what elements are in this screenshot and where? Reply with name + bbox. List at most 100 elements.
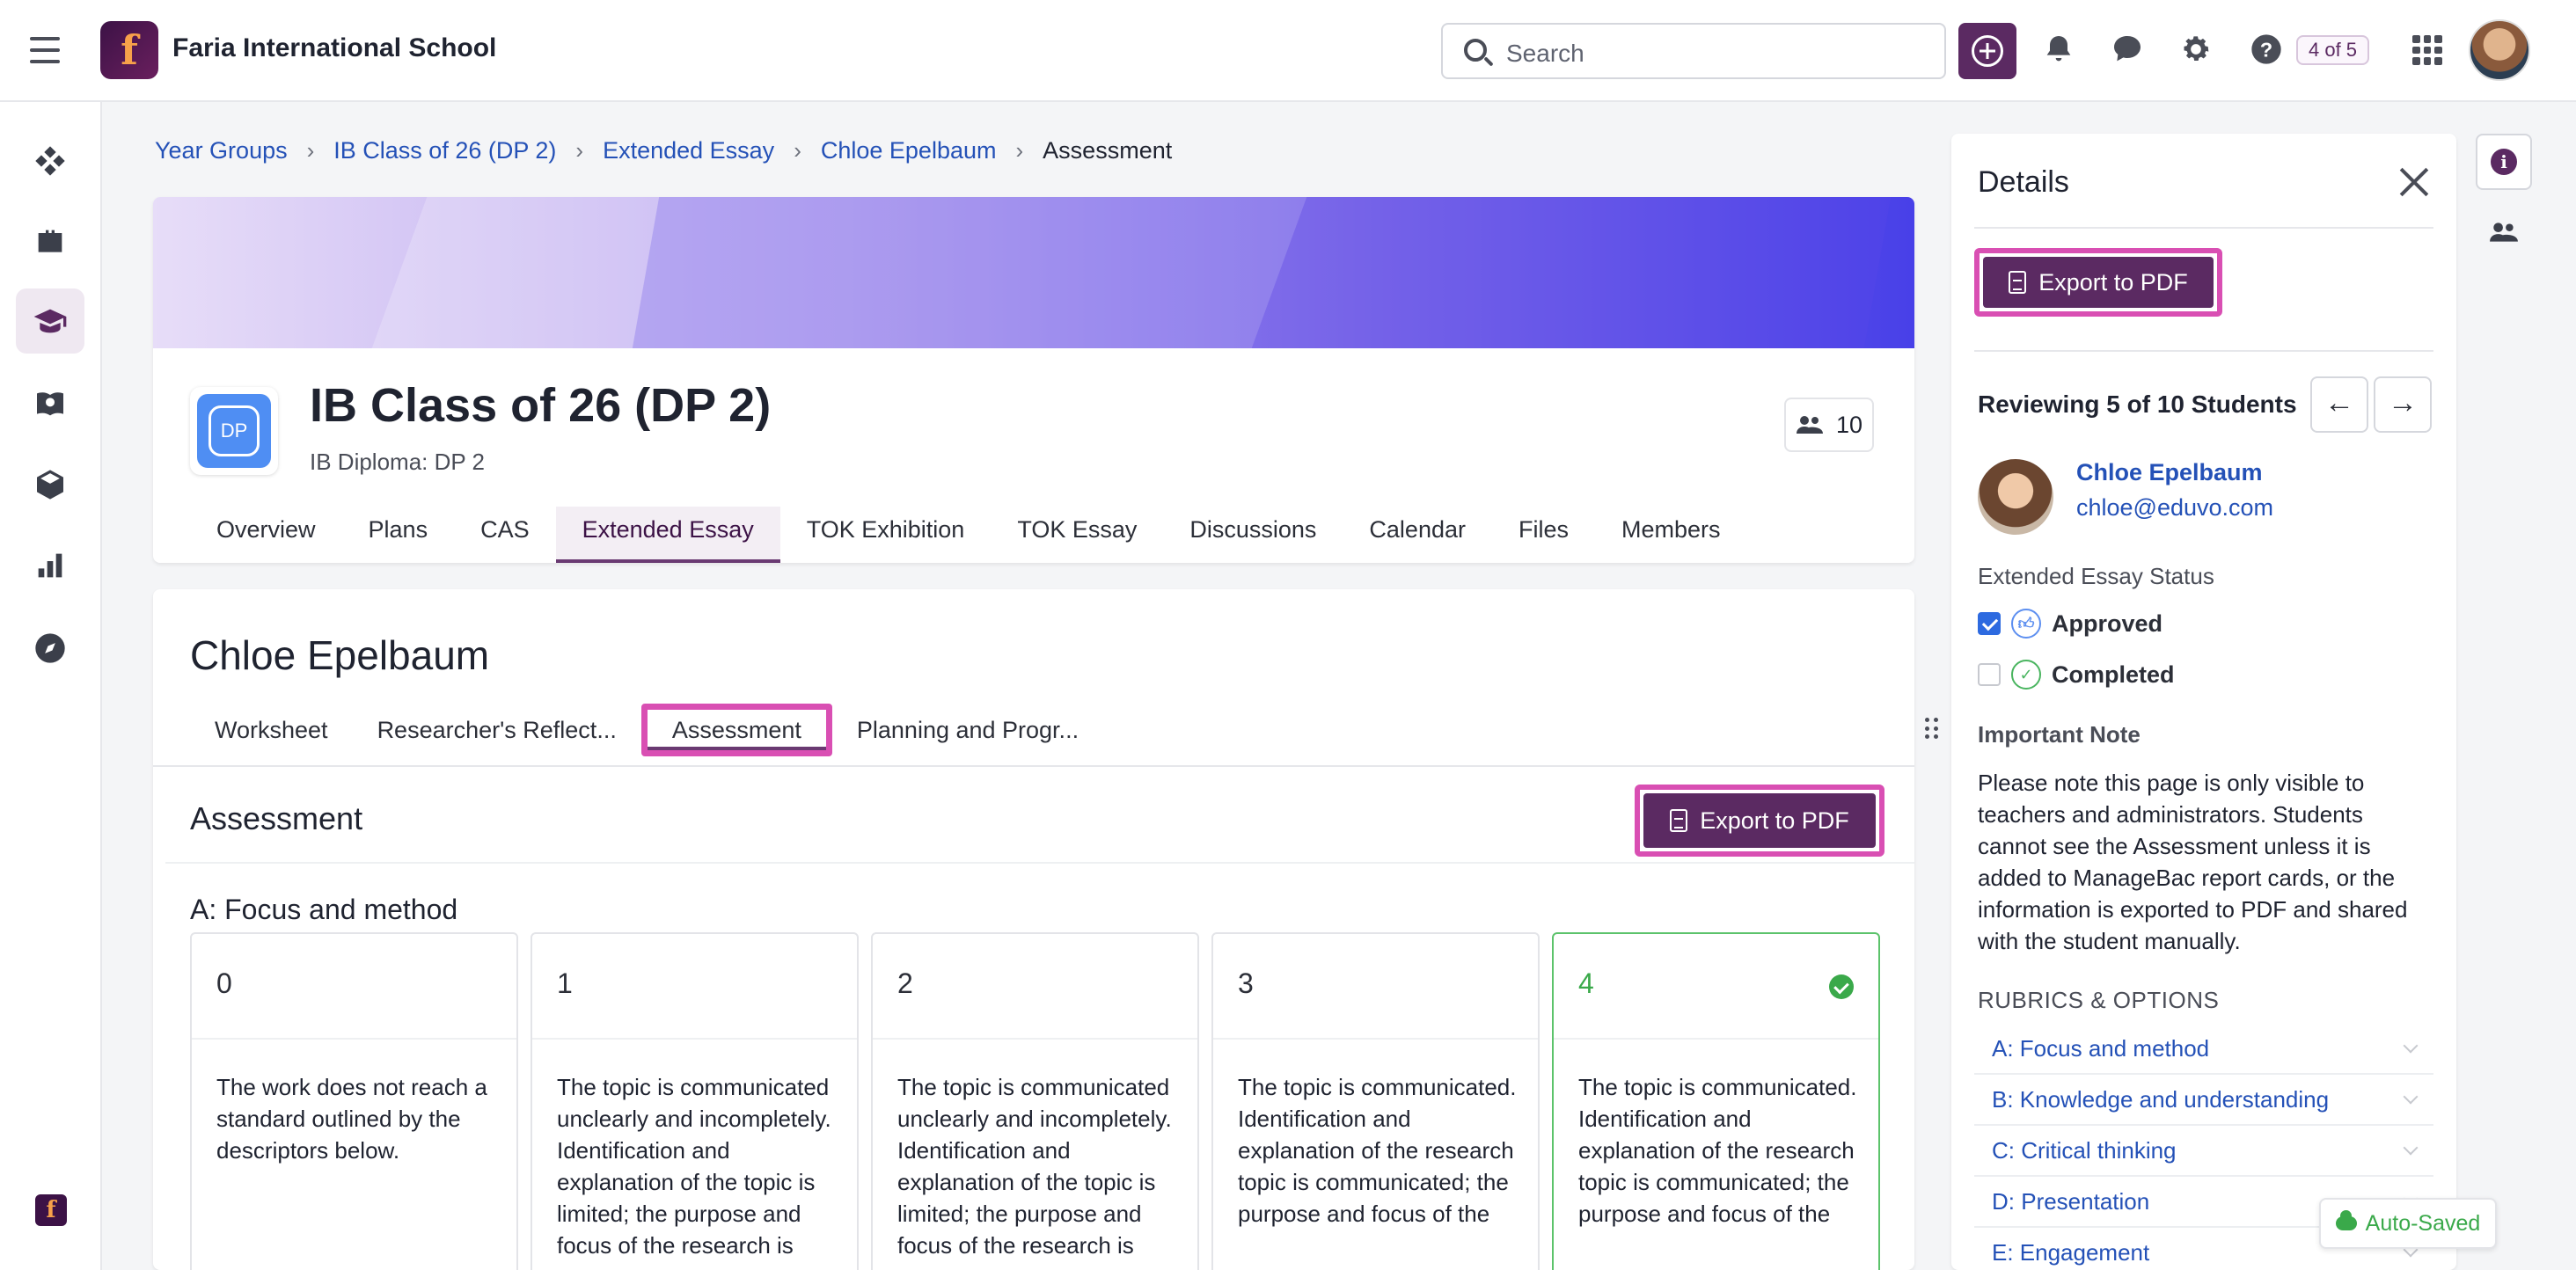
rubrics-options-label: RUBRICS & OPTIONS — [1978, 987, 2220, 1013]
next-student-button[interactable]: → — [2374, 376, 2432, 433]
people-icon — [1796, 416, 1823, 434]
chevron-right-icon: › — [794, 137, 801, 164]
chevron-right-icon: › — [575, 137, 584, 164]
level-descriptor: The topic is communicated. Identificatio… — [1238, 1074, 1517, 1227]
counter-badge[interactable]: 4 of 5 — [2296, 35, 2370, 65]
export-pdf-button[interactable]: Export to PDF — [1643, 793, 1876, 848]
sidebar-item-reports[interactable] — [16, 533, 84, 598]
status-approved[interactable]: 👍︎ Approved — [1978, 609, 2163, 639]
details-title: Details — [1978, 165, 2069, 199]
class-header-card: DP IB Class of 26 (DP 2) IB Diploma: DP … — [153, 197, 1914, 563]
sidebar-item-dashboard[interactable] — [16, 128, 84, 193]
tab-extended-essay[interactable]: Extended Essay — [555, 507, 780, 563]
tab-tok-exhibition[interactable]: TOK Exhibition — [780, 507, 992, 563]
info-panel-button[interactable]: i — [2476, 134, 2532, 190]
assessment-heading: Assessment — [190, 800, 363, 836]
breadcrumb-class[interactable]: IB Class of 26 (DP 2) — [333, 137, 556, 164]
rubric-item-a[interactable]: A: Focus and method — [1974, 1024, 2433, 1075]
rubric-level-3[interactable]: 3 The topic is communicated. Identificat… — [1211, 932, 1540, 1270]
pdf-file-icon — [2009, 271, 2027, 294]
rubric-item-c[interactable]: C: Critical thinking — [1974, 1126, 2433, 1177]
divider — [153, 765, 1914, 767]
sidebar-item-resources[interactable] — [16, 452, 84, 517]
rubric-levels: 0 The work does not reach a standard out… — [190, 932, 1880, 1270]
apps-grid-icon[interactable] — [2412, 35, 2442, 65]
info-icon: i — [2491, 149, 2517, 175]
subtab-planning-progress[interactable]: Planning and Progr... — [832, 704, 1103, 756]
tab-overview[interactable]: Overview — [190, 507, 342, 563]
level-descriptor: The topic is communicated unclearly and … — [557, 1074, 831, 1259]
export-highlight: Export to PDF — [1635, 785, 1884, 857]
faria-logo[interactable]: f — [35, 1194, 67, 1226]
subtab-assessment[interactable]: Assessment — [640, 704, 832, 756]
subtab-worksheet[interactable]: Worksheet — [190, 704, 353, 756]
student-name-link[interactable]: Chloe Epelbaum — [2076, 459, 2263, 486]
tab-plans[interactable]: Plans — [342, 507, 455, 563]
graduation-cap-icon — [33, 309, 67, 333]
people-panel-button[interactable] — [2476, 204, 2532, 260]
gear-icon[interactable] — [2178, 32, 2214, 67]
chevron-right-icon: › — [306, 137, 315, 164]
breadcrumb-extended-essay[interactable]: Extended Essay — [603, 137, 774, 164]
level-descriptor: The topic is communicated unclearly and … — [897, 1074, 1172, 1259]
diamond-grid-icon — [35, 146, 65, 176]
tab-discussions[interactable]: Discussions — [1163, 507, 1343, 563]
approved-checkbox[interactable] — [1978, 612, 2001, 635]
status-completed[interactable]: ✓ Completed — [1978, 660, 2175, 690]
student-avatar — [1978, 459, 2053, 535]
breadcrumb: Year Groups › IB Class of 26 (DP 2) › Ex… — [155, 137, 1172, 164]
level-score: 0 — [216, 967, 232, 999]
panel-resize-handle[interactable] — [1925, 718, 1939, 741]
sidebar-item-library[interactable] — [16, 371, 84, 436]
close-icon[interactable] — [2398, 165, 2430, 197]
tab-tok-essay[interactable]: TOK Essay — [991, 507, 1163, 563]
previous-student-button[interactable]: ← — [2310, 376, 2368, 433]
school-logo[interactable]: f — [100, 21, 158, 79]
add-button[interactable] — [1958, 23, 2016, 79]
sidebar-item-explore[interactable] — [16, 616, 84, 681]
search-placeholder: Search — [1506, 40, 1584, 67]
class-banner — [153, 197, 1914, 348]
help-icon[interactable]: ? — [2249, 32, 2284, 67]
rubric-item-b[interactable]: B: Knowledge and understanding — [1974, 1075, 2433, 1126]
rubric-level-1[interactable]: 1 The topic is communicated unclearly an… — [531, 932, 859, 1270]
bell-icon[interactable] — [2041, 32, 2076, 67]
student-assessment-card: Chloe Epelbaum Worksheet Researcher's Re… — [153, 589, 1914, 1270]
completed-checkbox[interactable] — [1978, 663, 2001, 686]
status-label-completed: Completed — [2052, 661, 2175, 688]
level-score: 1 — [557, 967, 573, 999]
tab-cas[interactable]: CAS — [454, 507, 556, 563]
rubric-level-4[interactable]: 4 The topic is communicated. Identificat… — [1552, 932, 1880, 1270]
tab-files[interactable]: Files — [1492, 507, 1595, 563]
subtab-researchers-reflection[interactable]: Researcher's Reflect... — [353, 704, 641, 756]
student-name-heading: Chloe Epelbaum — [190, 632, 490, 678]
breadcrumb-year-groups[interactable]: Year Groups — [155, 137, 288, 164]
members-count-button[interactable]: 10 — [1784, 398, 1874, 452]
chevron-down-icon — [2403, 1140, 2419, 1156]
breadcrumb-student[interactable]: Chloe Epelbaum — [821, 137, 997, 164]
status-label-approved: Approved — [2052, 609, 2163, 637]
left-sidebar: f — [0, 102, 102, 1270]
student-email-link[interactable]: chloe@eduvo.com — [2076, 494, 2273, 522]
sidebar-item-briefcase[interactable] — [16, 209, 84, 274]
rubric-level-2[interactable]: 2 The topic is communicated unclearly an… — [871, 932, 1199, 1270]
tab-members[interactable]: Members — [1595, 507, 1747, 563]
level-score: 3 — [1238, 967, 1254, 999]
sidebar-item-classes[interactable] — [16, 288, 84, 354]
auto-saved-label: Auto-Saved — [2365, 1210, 2481, 1236]
level-score: 4 — [1578, 967, 1594, 999]
class-badge: DP — [209, 405, 260, 456]
top-bar: f Faria International School Search ? 4 … — [0, 0, 2576, 102]
chevron-right-icon: › — [1015, 137, 1024, 164]
rubric-level-0[interactable]: 0 The work does not reach a standard out… — [190, 932, 518, 1270]
thumbs-up-icon: 👍︎ — [2011, 609, 2041, 639]
hamburger-menu-icon[interactable] — [30, 37, 60, 63]
search-input[interactable]: Search — [1441, 23, 1946, 79]
user-avatar[interactable] — [2469, 19, 2530, 81]
tab-calendar[interactable]: Calendar — [1343, 507, 1492, 563]
chat-icon[interactable] — [2110, 32, 2145, 67]
auto-saved-indicator: Auto-Saved — [2319, 1198, 2497, 1249]
chevron-down-icon — [2403, 1089, 2419, 1105]
details-export-pdf-button[interactable]: Export to PDF — [1983, 257, 2214, 308]
class-icon: DP — [190, 387, 278, 475]
